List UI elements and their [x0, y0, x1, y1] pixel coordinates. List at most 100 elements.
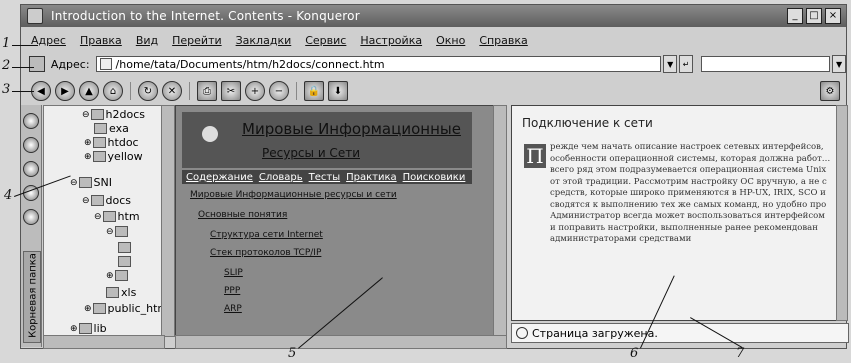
tree-vertical-scrollbar[interactable] [161, 105, 175, 337]
callout-3: 3 [2, 82, 11, 97]
location-bar: Адрес: /home/tata/Documents/htm/h2docs/c… [21, 53, 846, 75]
tree-item[interactable]: ⊖ [106, 226, 130, 237]
tree-item[interactable]: xls [106, 286, 136, 299]
left-view-pane: Мировые Информационные Ресурсы и Сети Со… [175, 105, 495, 337]
menu-settings[interactable]: Настройка [360, 34, 422, 47]
toc-link[interactable]: PPP [224, 286, 240, 296]
bookmarks-icon[interactable] [23, 137, 39, 153]
security-icon[interactable]: 🔒 [304, 81, 324, 101]
status-text: Страница загружена. [532, 326, 658, 340]
toc-link[interactable]: Стек протоколов TCP/IP [210, 248, 321, 258]
article-heading: Подключение к сети [522, 116, 653, 130]
search-input[interactable] [701, 56, 831, 72]
toc-link[interactable]: Основные понятия [198, 210, 287, 220]
status-icon [516, 327, 528, 339]
folder-icon [92, 303, 106, 314]
menu-bar: Адрес Правка Вид Перейти Закладки Сервис… [21, 31, 846, 49]
tree-item[interactable]: ⊕ [106, 270, 130, 281]
tree-item[interactable]: ⊕ yellow [84, 150, 143, 163]
root-folder-tab-label: Корневая папка [27, 253, 39, 338]
right-pane-vertical-scrollbar[interactable] [836, 105, 848, 321]
forward-icon[interactable]: ▶ [55, 81, 75, 101]
tree-item[interactable]: ⊖ docs [82, 194, 131, 207]
folder-icon [118, 256, 131, 267]
folder-tree: ⊖ h2docs exa ⊕ htdoc ⊕ yellow ⊖ SNI ⊖ docs ⊖ h… [43, 105, 165, 337]
nav-tests-link[interactable]: Тесты [309, 172, 340, 183]
tree-item[interactable]: ⊕ public_htm [84, 302, 164, 315]
zoom-out-icon[interactable]: − [269, 81, 289, 101]
root-folder-tab[interactable]: Корневая папка [23, 251, 41, 343]
download-icon[interactable]: ⬇ [328, 81, 348, 101]
toolbar-separator [189, 82, 190, 100]
tree-item[interactable]: ⊕ lib [70, 322, 107, 335]
toc-link[interactable]: ARP [224, 304, 242, 314]
search-dropdown-icon[interactable]: ▼ [832, 55, 846, 73]
close-button[interactable]: × [825, 8, 841, 24]
nav-glossary-link[interactable]: Словарь [259, 172, 303, 183]
right-view-pane: Подключение к сети П режде чем начать оп… [511, 105, 838, 321]
tree-item[interactable]: ⊖ htm [94, 210, 140, 223]
up-icon[interactable]: ▲ [79, 81, 99, 101]
tree-item[interactable]: ⊖ SNI [70, 176, 112, 189]
menu-bookmarks[interactable]: Закладки [236, 34, 292, 47]
location-input[interactable]: /home/tata/Documents/htm/h2docs/connect.… [95, 56, 662, 72]
toc-link[interactable]: Структура сети Internet [210, 230, 323, 240]
menu-window[interactable]: Окно [436, 34, 465, 47]
reload-icon[interactable]: ↻ [138, 81, 158, 101]
cut-icon[interactable]: ✂ [221, 81, 241, 101]
menu-go[interactable]: Перейти [172, 34, 222, 47]
callout-4: 4 [4, 188, 13, 203]
maximize-button[interactable]: □ [806, 8, 822, 24]
folder-icon [92, 151, 106, 162]
window-title: Introduction to the Internet. Contents -… [51, 9, 360, 23]
menu-address[interactable]: Адрес [31, 34, 66, 47]
nav-practice-link[interactable]: Практика [346, 172, 397, 183]
callout-7: 7 [736, 346, 745, 361]
window-controls: _ □ × [787, 8, 841, 24]
article-text: режде чем начать описание настроек сетев… [550, 142, 831, 244]
tree-item[interactable]: ⊖ h2docs [82, 108, 145, 121]
globe-icon [202, 126, 218, 142]
location-dropdown-icon[interactable]: ▼ [663, 55, 678, 73]
zoom-in-icon[interactable]: + [245, 81, 265, 101]
folder-icon [114, 270, 128, 281]
menu-view[interactable]: Вид [136, 34, 158, 47]
menu-help[interactable]: Справка [479, 34, 527, 47]
folder-icon [94, 123, 107, 134]
history-icon[interactable] [23, 113, 39, 129]
network-icon[interactable] [23, 161, 39, 177]
tree-item[interactable]: exa [94, 122, 129, 135]
clear-location-icon[interactable] [29, 56, 45, 72]
left-pane-horizontal-scrollbar[interactable] [175, 335, 507, 349]
toolbar-separator [296, 82, 297, 100]
stop-icon[interactable]: ✕ [162, 81, 182, 101]
title-bar: Introduction to the Internet. Contents -… [21, 5, 846, 27]
tree-item[interactable]: ⊕ htdoc [84, 136, 139, 149]
print-icon[interactable]: ⎙ [197, 81, 217, 101]
folder-icon [118, 242, 131, 253]
back-icon[interactable]: ◀ [31, 81, 51, 101]
folder-icon [78, 323, 92, 334]
callout-line [12, 45, 34, 46]
toc-link[interactable]: SLIP [224, 268, 243, 278]
nav-search-link[interactable]: Поисковики [403, 172, 466, 183]
nav-contents-link[interactable]: Содержание [186, 172, 253, 183]
tree-horizontal-scrollbar[interactable] [43, 335, 165, 349]
tree-item[interactable] [118, 256, 133, 267]
minimize-button[interactable]: _ [787, 8, 803, 24]
home-icon[interactable]: ⌂ [103, 81, 123, 101]
page-subheading[interactable]: Ресурсы и Сети [262, 146, 360, 160]
callout-1: 1 [2, 36, 11, 51]
menu-tools[interactable]: Сервис [305, 34, 346, 47]
page-heading[interactable]: Мировые Информационные [242, 120, 461, 138]
status-bar: Страница загружена. [511, 323, 849, 343]
breadcrumb-link[interactable]: Мировые Информационные ресурсы и сети [190, 190, 397, 200]
folder-icon [92, 137, 106, 148]
callout-2: 2 [2, 58, 11, 73]
folder-icon [90, 195, 104, 206]
tree-item[interactable] [118, 242, 133, 253]
left-pane-vertical-scrollbar[interactable] [493, 105, 507, 337]
home-folder-icon[interactable] [23, 209, 39, 225]
menu-edit[interactable]: Правка [80, 34, 122, 47]
go-icon[interactable]: ↵ [679, 55, 694, 73]
